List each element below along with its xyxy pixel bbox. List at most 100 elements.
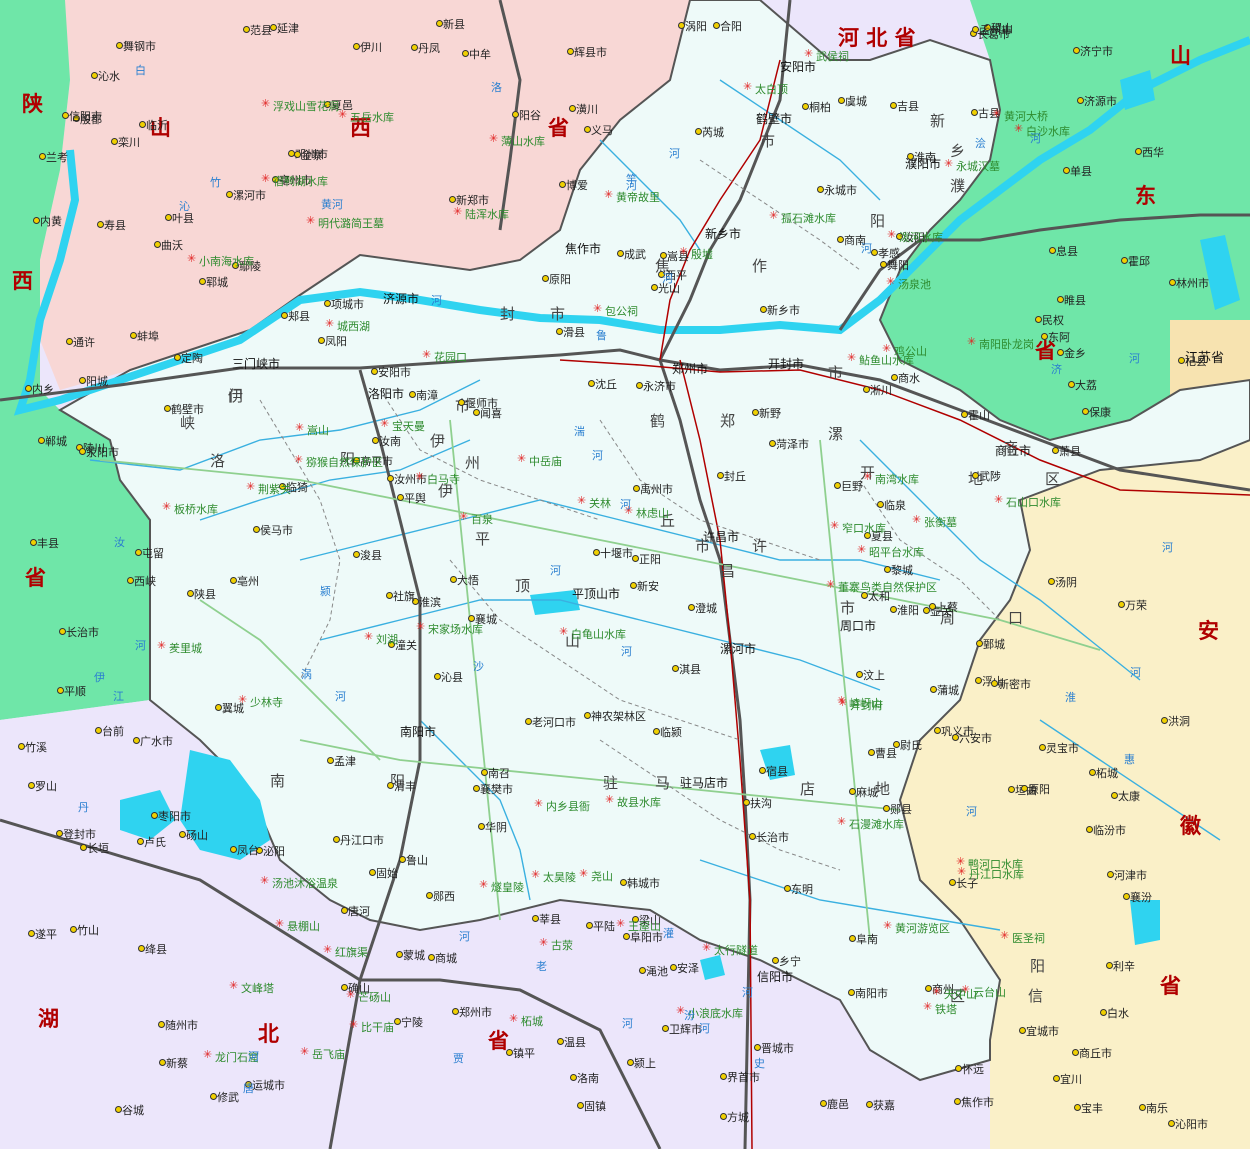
region-label: 市 [695, 537, 711, 555]
town-dot [593, 549, 600, 556]
town-dot [187, 590, 194, 597]
town-label: 清丰 [394, 780, 416, 793]
river-label: 老 [536, 960, 547, 973]
town-label: 亳州 [237, 575, 259, 588]
city-label: 焦作市 [565, 242, 602, 256]
scenic-star-icon: ✳ [743, 80, 753, 93]
scenic-label: 小浪底水库 [688, 1007, 743, 1020]
town-label: 长治市 [66, 626, 99, 639]
province-label-char: 省 [25, 565, 46, 590]
town-dot [372, 437, 379, 444]
town-dot [743, 799, 750, 806]
scenic-label: 比干庙 [361, 1021, 394, 1034]
scenic-star-icon: ✳ [826, 578, 836, 591]
town-dot [972, 26, 979, 33]
town-dot [863, 386, 870, 393]
scenic-star-icon: ✳ [294, 453, 304, 466]
scenic-star-icon: ✳ [992, 107, 1002, 120]
town-dot [623, 933, 630, 940]
town-label: 芮城 [702, 126, 724, 139]
town-dot [1041, 333, 1048, 340]
region-label: 市 [840, 599, 856, 617]
scenic-label: 城西湖 [337, 320, 370, 333]
river-label: 黄河 [321, 198, 343, 211]
region-label: 州 [465, 454, 481, 472]
town-dot [636, 382, 643, 389]
town-label: 南召 [488, 767, 510, 780]
town-label: 莘县 [539, 913, 561, 926]
town-dot [884, 566, 891, 573]
town-dot [25, 385, 32, 392]
scenic-label: 悬棚山 [287, 920, 320, 933]
river-label: 颍 [320, 585, 331, 598]
river-label: 灌 [663, 927, 674, 940]
scenic-label: 张衡墓 [924, 516, 957, 529]
town-dot [653, 728, 660, 735]
town-label: 孝感 [878, 247, 900, 260]
town-label: 白水 [1107, 1007, 1129, 1020]
river-label: 惠 [1124, 753, 1135, 766]
town-label: 浚县 [360, 549, 382, 562]
town-dot [759, 767, 766, 774]
scenic-label: 板桥水库 [174, 503, 218, 516]
town-label: 永城市 [824, 184, 857, 197]
town-label: 焦作市 [961, 1096, 994, 1109]
town-dot [1082, 408, 1089, 415]
town-dot [871, 249, 878, 256]
province-label-char: 东 [1135, 183, 1156, 208]
town-label: 阳城 [86, 375, 108, 388]
province-label-河北省: 河 北 省 [838, 25, 916, 50]
town-label: 淮阳 [897, 604, 919, 617]
town-label: 永济市 [643, 380, 676, 393]
town-dot [179, 831, 186, 838]
town-label: 安阳市 [378, 366, 411, 379]
town-label: 淮南 [914, 151, 936, 164]
town-dot [394, 1018, 401, 1025]
region-label: 昌 [720, 562, 736, 580]
region-label: 市 [760, 132, 776, 150]
scenic-star-icon: ✳ [346, 988, 356, 1001]
region-label: 郑 [720, 412, 736, 430]
town-label: 孟津 [334, 755, 356, 768]
town-label: 伊川 [360, 41, 382, 54]
town-dot [59, 628, 66, 635]
scenic-label: 百泉 [471, 513, 493, 526]
town-label: 台前 [102, 725, 124, 738]
town-label: 新蔡 [166, 1057, 188, 1070]
province-label-char: 安 [1198, 618, 1219, 643]
city-label: 鹤壁市 [756, 112, 793, 126]
scenic-label: 董寨鸟类自然保护区 [838, 581, 937, 594]
town-dot [672, 665, 679, 672]
region-label: 顶 [515, 577, 531, 595]
town-label: 东阿 [1048, 331, 1070, 344]
town-label: 新乡市 [767, 304, 800, 317]
town-dot [371, 368, 378, 375]
city-label: 三门峡市 [232, 357, 281, 371]
scenic-label: 汤池沐浴温泉 [272, 877, 338, 890]
town-label: 竹山 [77, 924, 99, 937]
town-label: 罗山 [35, 780, 57, 793]
town-label: 西华 [1142, 146, 1164, 159]
scenic-label: 鸭河口水库 [968, 858, 1023, 871]
town-dot [387, 782, 394, 789]
town-label: 萧县 [1059, 445, 1081, 458]
scenic-label: 红旗渠 [335, 946, 368, 959]
town-label: 镇平 [513, 1047, 535, 1060]
town-dot [506, 1049, 513, 1056]
scenic-label: 羑里城 [169, 642, 202, 655]
scenic-star-icon: ✳ [517, 452, 527, 465]
river-label: 淮 [1065, 691, 1076, 704]
scenic-star-icon: ✳ [830, 519, 840, 532]
town-dot [633, 485, 640, 492]
town-dot [387, 475, 394, 482]
town-dot [449, 196, 456, 203]
scenic-label: 昭平台水库 [869, 546, 924, 559]
scenic-star-icon: ✳ [187, 252, 197, 265]
river-label: 河 [1030, 132, 1041, 145]
town-label: 宿县 [766, 765, 788, 778]
scenic-label: 南阳卧龙岗 [979, 338, 1034, 351]
region-label: 洛 [210, 452, 226, 470]
town-label: 宜城市 [1026, 1025, 1059, 1038]
region-label: 商 [1003, 439, 1019, 457]
scenic-star-icon: ✳ [886, 275, 896, 288]
